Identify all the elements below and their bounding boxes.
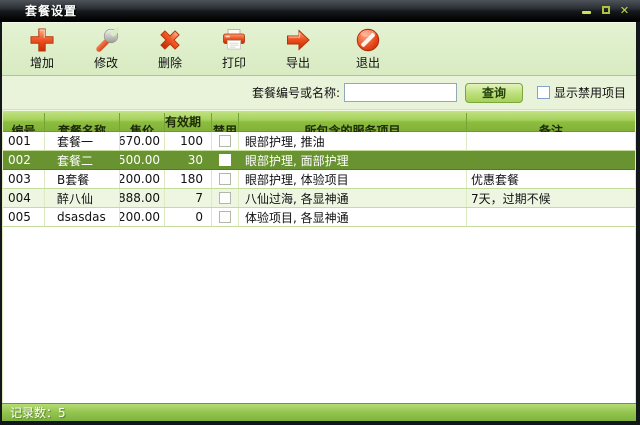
cell-remark [466,132,635,150]
table-row[interactable]: 001 套餐一 ¥ 1,670.00 100 眼部护理, 推油 [3,132,635,151]
add-button-label: 增加 [30,54,54,71]
disabled-checkbox[interactable] [219,173,231,185]
maximize-button[interactable] [598,3,613,17]
cell-services: 眼部护理, 推油 [238,132,466,150]
disabled-checkbox[interactable] [219,192,231,204]
cell-price: ¥ 1,670.00 [119,132,164,150]
query-button-label: 查询 [482,84,506,101]
maximize-icon [602,6,610,14]
show-disabled-checkbox[interactable] [537,86,550,99]
delete-button-label: 删除 [158,54,182,71]
cell-services: 体验项目, 各显神通 [238,208,466,226]
cell-validity: 0 [164,208,211,226]
wrench-icon [93,27,119,53]
cell-remark [466,151,635,169]
window-title: 套餐设置 [25,2,77,19]
plus-icon [29,27,55,53]
cell-name: 套餐二 [44,151,119,169]
cell-id: 004 [3,189,44,207]
cell-id: 002 [3,151,44,169]
cell-id: 001 [3,132,44,150]
export-button-label: 导出 [286,54,310,71]
cell-name: B套餐 [44,170,119,188]
modify-button-label: 修改 [94,54,118,71]
search-label: 套餐编号或名称: [252,84,340,101]
cell-name: 套餐一 [44,132,119,150]
cell-remark: 优惠套餐 [466,170,635,188]
cell-price: ¥ 888.00 [119,189,164,207]
cell-validity: 180 [164,170,211,188]
cell-services: 八仙过海, 各显神通 [238,189,466,207]
cell-validity: 7 [164,189,211,207]
package-table: 编号 套餐名称 售价 有效期(天) 禁用 所包含的服务项目 备注 001 套餐一… [2,110,636,403]
window-controls: ✕ [579,3,632,17]
print-button[interactable]: 打印 [206,25,262,73]
exit-prohibit-icon [355,27,381,53]
cell-remark: 7天，过期不候 [466,189,635,207]
window-content: 增加 修改 [2,22,636,421]
table-row-selected[interactable]: 002 套餐二 ¥ 2,500.00 30 眼部护理, 面部护理 [3,151,635,170]
print-button-label: 打印 [222,54,246,71]
exit-button[interactable]: 退出 [340,25,396,73]
cell-validity: 30 [164,151,211,169]
query-button[interactable]: 查询 [465,83,523,103]
minimize-button[interactable] [579,3,594,17]
cell-remark [466,208,635,226]
cell-services: 眼部护理, 面部护理 [238,151,466,169]
cell-name: 醉八仙 [44,189,119,207]
table-row[interactable]: 004 醉八仙 ¥ 888.00 7 八仙过海, 各显神通 7天，过期不候 [3,189,635,208]
disabled-checkbox[interactable] [219,135,231,147]
app-window: 套餐设置 ✕ 增加 [0,0,640,425]
delete-x-icon [157,27,183,53]
export-arrow-icon [285,27,311,53]
table-row[interactable]: 003 B套餐 ¥ 200.00 180 眼部护理, 体验项目 优惠套餐 [3,170,635,189]
search-bar: 套餐编号或名称: 查询 显示禁用项目 [2,76,636,110]
printer-icon [221,27,247,53]
cell-price: ¥ 200.00 [119,170,164,188]
search-input[interactable] [344,83,457,102]
close-button[interactable]: ✕ [617,3,632,17]
table-row[interactable]: 005 dsasdas ¥ 200.00 0 体验项目, 各显神通 [3,208,635,227]
show-disabled-label: 显示禁用项目 [554,84,626,101]
export-button[interactable]: 导出 [270,25,326,73]
cell-price: ¥ 200.00 [119,208,164,226]
disabled-checkbox[interactable] [219,154,231,166]
cell-validity: 100 [164,132,211,150]
cell-id: 003 [3,170,44,188]
exit-button-label: 退出 [356,54,380,71]
cell-services: 眼部护理, 体验项目 [238,170,466,188]
record-count: 记录数：5 [10,404,66,421]
disabled-checkbox[interactable] [219,211,231,223]
table-header-row: 编号 套餐名称 售价 有效期(天) 禁用 所包含的服务项目 备注 [3,110,635,132]
titlebar[interactable]: 套餐设置 ✕ [0,0,640,22]
cell-name: dsasdas [44,208,119,226]
cell-id: 005 [3,208,44,226]
minimize-icon [582,11,591,14]
status-bar: 记录数：5 [2,403,636,421]
add-button[interactable]: 增加 [14,25,70,73]
close-icon: ✕ [620,4,629,17]
toolbar: 增加 修改 [2,22,636,76]
delete-button[interactable]: 删除 [142,25,198,73]
cell-price: ¥ 2,500.00 [119,151,164,169]
modify-button[interactable]: 修改 [78,25,134,73]
table-empty-area [3,227,635,403]
